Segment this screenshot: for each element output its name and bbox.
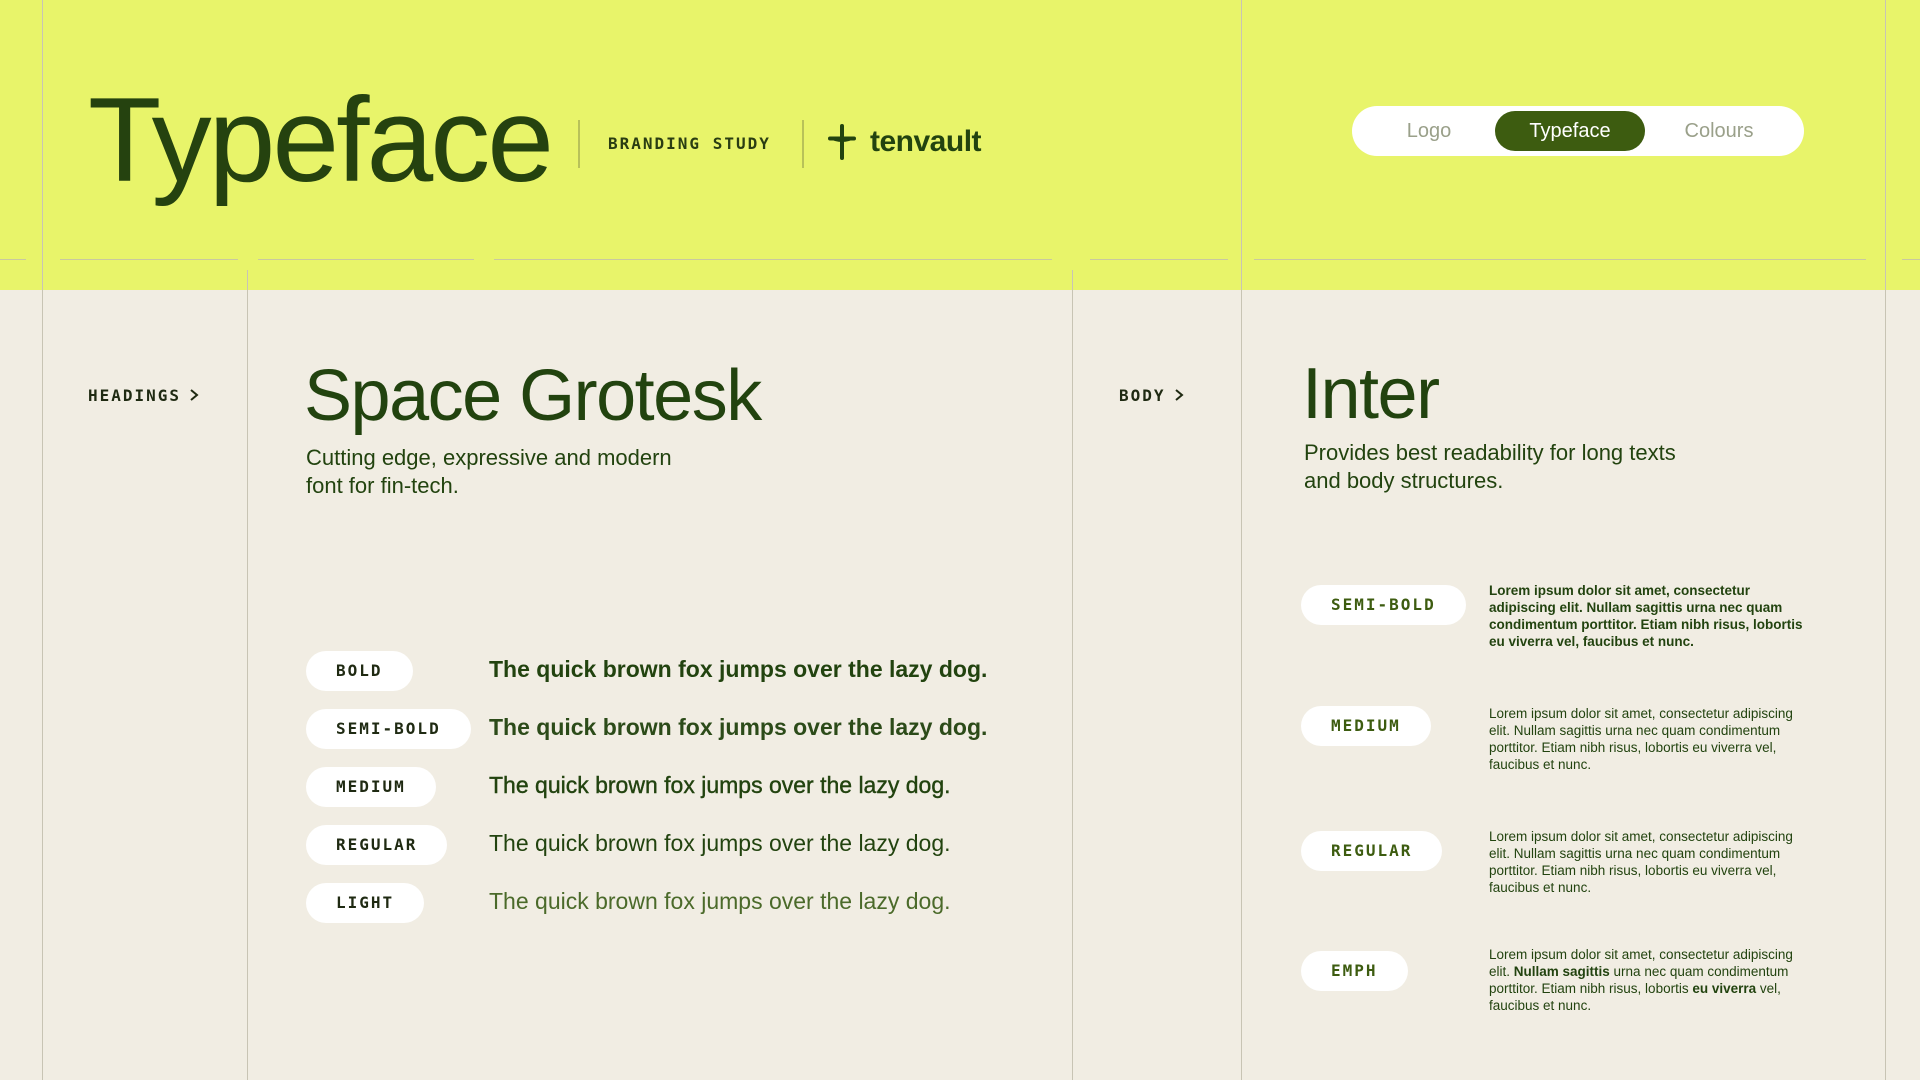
- guide-line: [0, 259, 26, 260]
- weight-pill-bold: BOLD: [306, 651, 413, 691]
- brand-logo: tenvault: [826, 122, 982, 162]
- body-font-description: Provides best readability for long texts…: [1304, 440, 1676, 493]
- sparkle-icon: [828, 124, 856, 160]
- grid-line: [1885, 0, 1886, 1080]
- weight-pill-semi-bold: SEMI-BOLD: [306, 709, 471, 749]
- headings-tag[interactable]: HEADINGS: [88, 386, 201, 405]
- chevron-right-icon: [190, 389, 199, 401]
- weight-pill-regular: REGULAR: [306, 825, 448, 865]
- body-sample-regular: Lorem ipsum dolor sit amet, consectetur …: [1489, 829, 1793, 895]
- weight-pill-medium: MEDIUM: [306, 767, 436, 807]
- guide-line: [1902, 259, 1920, 260]
- sample-light: The quick brown fox jumps over the lazy …: [489, 888, 951, 914]
- guide-line: [494, 259, 1052, 260]
- sample-bold: The quick brown fox jumps over the lazy …: [489, 656, 988, 682]
- grid-line: [247, 270, 248, 1080]
- body-font-name: Inter: [1302, 354, 1440, 434]
- grid-line: [1072, 270, 1073, 1080]
- headings-font-name: Space Grotesk: [304, 356, 762, 436]
- body-sample-semi-bold: Lorem ipsum dolor sit amet, consectetur …: [1489, 583, 1803, 649]
- guide-line: [1090, 259, 1228, 260]
- body-pill-regular: REGULAR: [1301, 831, 1443, 871]
- body-pill-medium: MEDIUM: [1301, 706, 1431, 746]
- body-pill-semi-bold: SEMI-BOLD: [1301, 585, 1466, 625]
- guide-line: [258, 259, 474, 260]
- body-sample-medium: Lorem ipsum dolor sit amet, consectetur …: [1489, 706, 1793, 772]
- guide-line: [60, 259, 238, 260]
- nav-typeface[interactable]: Typeface: [1495, 111, 1645, 151]
- grid-line: [42, 0, 43, 1080]
- headings-font-description: Cutting edge, expressive and modern font…: [306, 445, 672, 498]
- body-tag[interactable]: BODY: [1119, 386, 1186, 405]
- grid-line: [1241, 0, 1242, 1080]
- sample-medium: The quick brown fox jumps over the lazy …: [489, 772, 951, 798]
- section-nav: Logo Typeface Colours: [1352, 106, 1804, 156]
- body-sample-emph: Lorem ipsum dolor sit amet, consectetur …: [1489, 947, 1793, 1013]
- page-title: Typeface: [88, 73, 554, 207]
- weight-pill-light: LIGHT: [306, 883, 425, 923]
- sample-semi-bold: The quick brown fox jumps over the lazy …: [489, 714, 988, 740]
- body-pill-emph: EMPH: [1301, 951, 1408, 991]
- nav-logo[interactable]: Logo: [1370, 111, 1488, 151]
- brand-name: tenvault: [870, 125, 982, 158]
- chevron-right-icon: [1174, 389, 1184, 401]
- divider: [802, 120, 804, 168]
- nav-colours[interactable]: Colours: [1652, 111, 1786, 151]
- divider: [578, 120, 580, 168]
- sample-regular: The quick brown fox jumps over the lazy …: [489, 830, 951, 856]
- headings-tag-label: HEADINGS: [88, 386, 182, 405]
- branding-study-label: BRANDING STUDY: [608, 134, 771, 153]
- guide-line: [1254, 259, 1866, 260]
- body-tag-label: BODY: [1119, 386, 1166, 405]
